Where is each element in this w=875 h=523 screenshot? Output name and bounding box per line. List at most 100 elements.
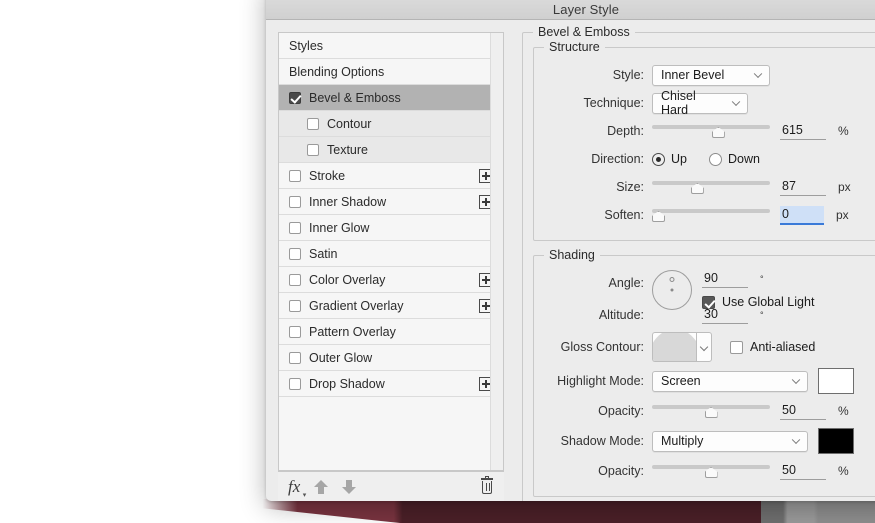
effect-label: Inner Shadow [309, 194, 387, 209]
shadow-mode-value: Multiply [661, 434, 704, 448]
gloss-contour-dropdown[interactable] [696, 332, 712, 362]
effect-row[interactable]: Drop Shadow [279, 371, 503, 397]
anti-aliased-checkbox[interactable] [730, 340, 743, 354]
highlight-opacity-slider[interactable] [652, 403, 770, 419]
fx-menu-icon[interactable]: fx ▾ [288, 477, 306, 499]
highlight-mode-select[interactable]: Screen [652, 370, 808, 392]
dialog-titlebar[interactable]: Layer Style [266, 0, 875, 20]
depth-slider[interactable] [652, 123, 770, 139]
direction-up-label: Up [671, 152, 687, 166]
direction-radio-down[interactable] [708, 152, 722, 166]
effect-row[interactable]: Contour [279, 111, 503, 137]
effect-label: Gradient Overlay [309, 298, 404, 313]
highlight-opacity-unit: % [838, 404, 849, 418]
style-select[interactable]: Inner Bevel [652, 64, 770, 86]
arrow-up-icon[interactable] [314, 479, 329, 495]
row-shadow-opacity: Opacity: % [544, 458, 872, 484]
row-technique: Technique: Chisel Hard [544, 89, 872, 117]
trash-lid [481, 478, 493, 480]
effect-enable-checkbox[interactable] [289, 221, 301, 234]
effect-row[interactable]: Pattern Overlay [279, 319, 503, 345]
highlight-color-swatch[interactable] [818, 368, 854, 394]
effect-enable-checkbox[interactable] [289, 273, 301, 286]
size-label: Size: [616, 180, 644, 194]
effect-enable-checkbox[interactable] [289, 351, 301, 364]
row-highlight-opacity: Opacity: % [544, 398, 872, 424]
effect-enable-checkbox[interactable] [289, 247, 301, 260]
effect-enable-checkbox[interactable] [289, 325, 301, 338]
technique-label: Technique: [583, 96, 644, 110]
direction-radio-up[interactable] [652, 152, 665, 166]
row-depth: Depth: % [544, 118, 872, 144]
effect-row[interactable]: Blending Options [279, 59, 503, 85]
angle-fields: ° Use Global Light [702, 270, 814, 311]
highlight-mode-label: Highlight Mode: [557, 374, 644, 388]
options-column: Bevel & Emboss Structure Style: Inner Be… [522, 25, 875, 501]
effect-label: Drop Shadow [309, 376, 385, 391]
row-size: Size: px [544, 174, 872, 200]
effect-row[interactable]: Styles [279, 33, 503, 59]
depth-label: Depth: [607, 124, 644, 138]
soften-slider-track [652, 209, 770, 213]
soften-slider[interactable] [652, 207, 770, 223]
technique-select[interactable]: Chisel Hard [652, 89, 748, 117]
chevron-down-icon [793, 377, 800, 384]
gloss-contour-preview[interactable] [652, 332, 696, 362]
row-highlight-mode: Highlight Mode: Screen [544, 366, 872, 396]
effect-row[interactable]: Outer Glow [279, 345, 503, 371]
soften-label: Soften: [604, 208, 644, 222]
structure-group: Structure Style: Inner Bevel Technique: [533, 40, 875, 241]
effect-row[interactable]: Stroke [279, 163, 503, 189]
row-shadow-mode: Shadow Mode: Multiply [544, 426, 872, 456]
highlight-opacity-input[interactable] [780, 402, 826, 420]
shadow-color-swatch[interactable] [818, 428, 854, 454]
depth-input[interactable] [780, 122, 826, 140]
highlight-opacity-label: Opacity: [598, 404, 644, 418]
angle-dial-center [670, 288, 674, 292]
effect-row[interactable]: Color Overlay [279, 267, 503, 293]
effects-list-scroll[interactable]: Styles Blending Options Bevel & Emboss Cont… [279, 33, 503, 470]
effect-label: Contour [327, 116, 372, 131]
size-slider[interactable] [652, 179, 770, 195]
effects-list[interactable]: Styles Blending Options Bevel & Emboss Cont… [278, 32, 504, 471]
altitude-unit: ° [760, 310, 764, 320]
shadow-opacity-slider[interactable] [652, 463, 770, 479]
shadow-mode-select[interactable]: Multiply [652, 430, 808, 452]
effect-enable-checkbox[interactable] [289, 169, 301, 182]
effect-enable-checkbox[interactable] [289, 195, 301, 208]
effect-row[interactable]: Satin [279, 241, 503, 267]
shading-legend: Shading [544, 248, 600, 262]
effect-enable-checkbox[interactable] [307, 143, 319, 156]
use-global-light-checkbox[interactable] [702, 295, 715, 309]
bevel-emboss-group: Bevel & Emboss Structure Style: Inner Be… [522, 25, 875, 501]
effect-enable-checkbox[interactable] [289, 91, 301, 104]
effect-label: Satin [309, 246, 338, 261]
effect-enable-checkbox[interactable] [289, 377, 301, 390]
layer-style-dialog: Layer Style Styles Blending Options Bevel … [266, 0, 875, 501]
trash-icon[interactable] [480, 476, 494, 495]
chevron-down-icon [793, 437, 800, 444]
size-slider-track [652, 181, 770, 185]
arrow-down-icon[interactable] [342, 479, 357, 495]
effects-list-toolbar: fx ▾ [278, 471, 504, 501]
chevron-down-icon [755, 71, 762, 78]
effect-row[interactable]: Texture [279, 137, 503, 163]
effect-row[interactable]: Inner Glow [279, 215, 503, 241]
angle-dial[interactable] [652, 270, 692, 310]
soften-input[interactable] [780, 205, 824, 225]
size-input[interactable] [780, 178, 826, 196]
effect-row[interactable]: Gradient Overlay [279, 293, 503, 319]
gloss-contour-picker[interactable] [652, 332, 712, 362]
gloss-contour-label: Gloss Contour: [560, 340, 644, 354]
effects-list-scrollbar[interactable] [490, 33, 503, 470]
shadow-opacity-label: Opacity: [598, 464, 644, 478]
shadow-mode-label: Shadow Mode: [560, 434, 644, 448]
effect-enable-checkbox[interactable] [307, 117, 319, 130]
effect-enable-checkbox[interactable] [289, 299, 301, 312]
effect-row[interactable]: Inner Shadow [279, 189, 503, 215]
highlight-mode-value: Screen [661, 374, 701, 388]
effect-label: Blending Options [289, 64, 385, 79]
shadow-opacity-input[interactable] [780, 462, 826, 480]
angle-input[interactable] [702, 270, 748, 288]
effect-row[interactable]: Bevel & Emboss [279, 85, 503, 111]
